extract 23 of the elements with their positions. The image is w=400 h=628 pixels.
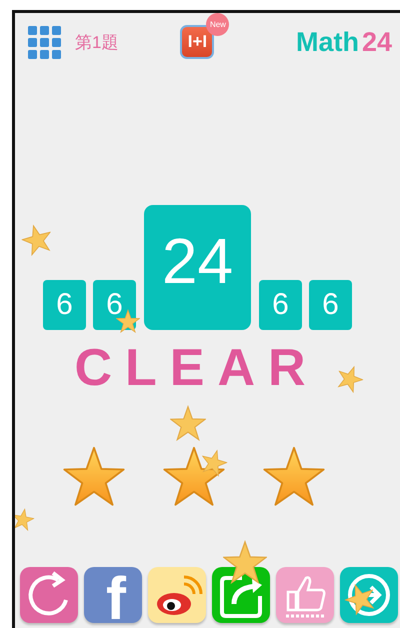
weibo-button[interactable]: [148, 567, 206, 623]
grid-menu-icon[interactable]: [28, 26, 61, 58]
filled-star-icon: [162, 446, 224, 506]
next-button[interactable]: [340, 567, 398, 623]
app-title: Math: [296, 26, 359, 58]
clear-text: CLEAR: [74, 342, 319, 394]
star-icon: [223, 540, 267, 584]
number-card: 6: [43, 280, 86, 330]
app-title-number: 24: [362, 26, 392, 58]
rate-button[interactable]: [276, 567, 334, 623]
number-card: 6: [309, 280, 352, 330]
number-card: 6: [93, 280, 136, 330]
filled-star-icon: [62, 446, 124, 506]
new-badge: New: [206, 13, 230, 36]
number-card: 6: [259, 280, 302, 330]
replay-button[interactable]: [20, 567, 78, 623]
target-number-card: 24: [144, 205, 251, 330]
facebook-button[interactable]: f: [84, 567, 142, 623]
share-button[interactable]: [212, 567, 270, 623]
filled-star-icon: [262, 446, 324, 506]
star-icon: [170, 405, 206, 441]
star-icon: [15, 506, 36, 532]
level-label: 第1題: [75, 32, 118, 54]
